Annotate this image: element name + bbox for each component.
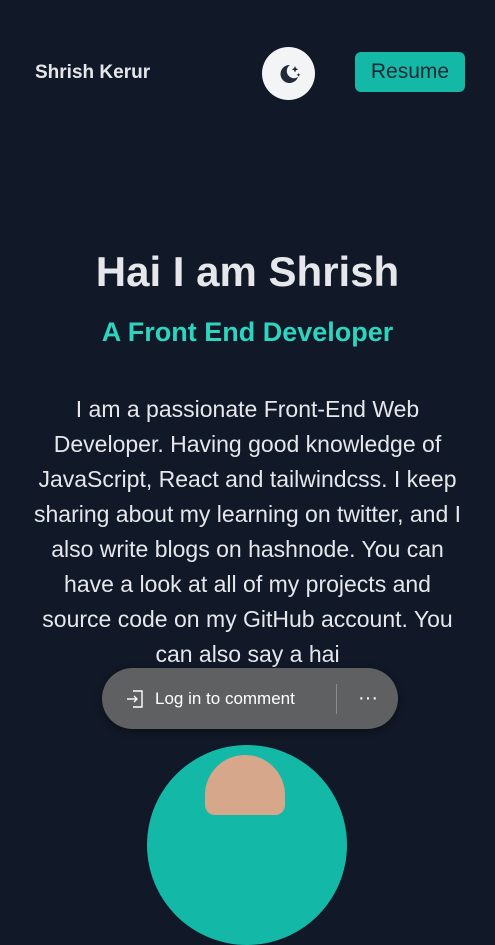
login-label: Log in to comment bbox=[155, 688, 295, 708]
site-brand[interactable]: Shrish Kerur bbox=[35, 62, 150, 84]
moon-stars-icon bbox=[280, 64, 300, 83]
sign-in-icon bbox=[127, 689, 143, 708]
more-options-button[interactable]: ··· bbox=[352, 682, 384, 714]
hero-section: Hai I am Shrish A Front End Developer bbox=[0, 245, 495, 349]
hero-subtitle: A Front End Developer bbox=[101, 317, 394, 347]
more-options-icon: ··· bbox=[358, 686, 378, 709]
theme-toggle-button[interactable] bbox=[262, 47, 315, 100]
avatar-photo bbox=[205, 755, 285, 815]
hero-title: Hai I am Shrish bbox=[95, 248, 400, 295]
divider bbox=[336, 684, 337, 714]
site-header: Shrish Kerur Resume bbox=[0, 0, 495, 140]
bio-paragraph: I am a passionate Front-End Web Develope… bbox=[33, 396, 462, 667]
login-to-comment-button[interactable]: Log in to comment bbox=[124, 668, 295, 729]
resume-button[interactable]: Resume bbox=[355, 52, 465, 92]
comment-bar: Log in to comment ··· bbox=[102, 668, 398, 729]
avatar bbox=[147, 745, 347, 945]
